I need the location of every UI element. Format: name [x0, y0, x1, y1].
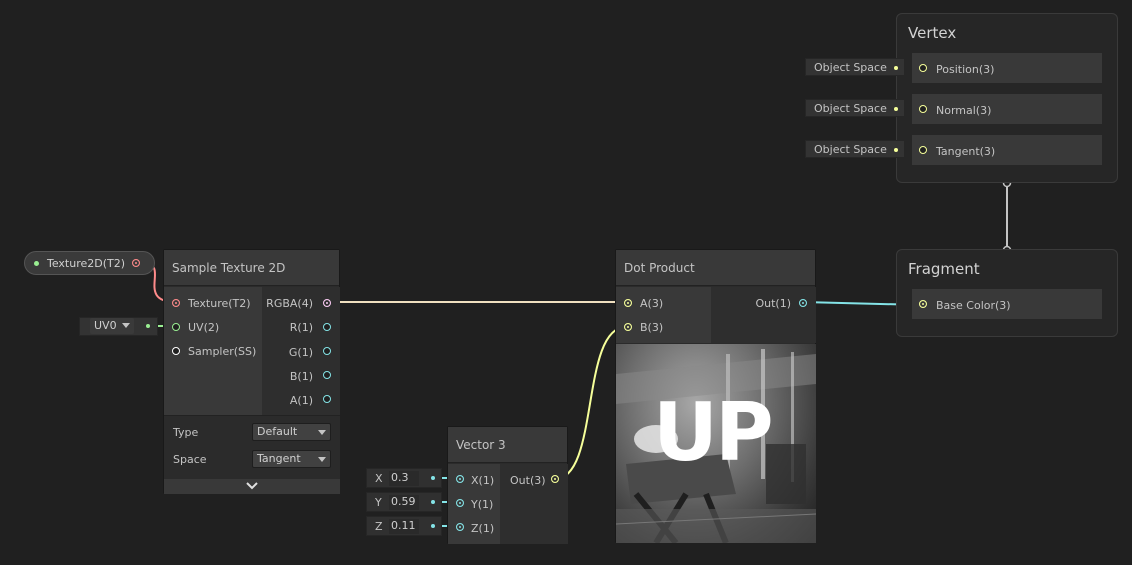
block-base-color[interactable]: Base Color(3) — [911, 288, 1103, 320]
uv-channel-dropdown[interactable]: UV0 — [90, 318, 134, 334]
collapse-toggle[interactable] — [164, 479, 340, 494]
tangent-space-field[interactable]: Object Space — [805, 140, 905, 158]
uv-channel-value: UV0 — [94, 319, 117, 332]
x-field[interactable]: X 0.3 — [366, 468, 442, 488]
y-input-port-icon[interactable] — [456, 499, 464, 507]
texture-property-node[interactable]: Texture2D(T2) — [24, 251, 155, 275]
dot-product-inputs — [616, 287, 711, 343]
vector3-node[interactable]: Vector 3 X(1) Y(1) Z(1) Out(3) — [447, 426, 568, 544]
texture-property-port-icon[interactable] — [132, 259, 140, 267]
position-space-dot-icon — [894, 66, 898, 70]
g-output-label: G(1) — [288, 346, 313, 359]
sample-texture-title: Sample Texture 2D — [164, 250, 339, 286]
normal-port-icon[interactable] — [919, 105, 927, 113]
sampler-input-port-icon[interactable] — [172, 347, 180, 355]
block-base-color-label: Base Color(3) — [936, 299, 1011, 312]
dot-output-label: Out(1) — [755, 297, 791, 310]
block-normal-label: Normal(3) — [936, 104, 992, 117]
a-output-port-icon[interactable] — [323, 395, 331, 403]
y-input-label: Y(1) — [471, 498, 494, 511]
space-dropdown[interactable]: Tangent — [252, 450, 331, 468]
type-label: Type — [173, 426, 199, 439]
y-axis-label: Y — [375, 496, 382, 509]
y-dot-icon — [431, 500, 435, 504]
x-axis-label: X — [375, 472, 383, 485]
vertex-title: Vertex — [908, 24, 957, 42]
sample-texture-node[interactable]: Sample Texture 2D Texture(T2) UV(2) Samp… — [163, 249, 340, 494]
block-tangent[interactable]: Tangent(3) — [911, 134, 1103, 166]
rgba-output-label: RGBA(4) — [266, 297, 313, 310]
position-port-icon[interactable] — [919, 64, 927, 72]
vertex-context[interactable]: Vertex Position(3) Normal(3) Tangent(3) — [896, 13, 1118, 183]
space-label: Space — [173, 453, 207, 466]
b-output-label: B(1) — [289, 370, 313, 383]
vector3-output-port-icon[interactable] — [551, 475, 559, 483]
g-output-port-icon[interactable] — [323, 347, 331, 355]
y-field[interactable]: Y 0.59 — [366, 492, 442, 512]
texture-input-port-icon[interactable] — [172, 299, 180, 307]
vector3-title: Vector 3 — [448, 427, 567, 463]
fragment-context[interactable]: Fragment Base Color(3) — [896, 249, 1118, 337]
r-output-port-icon[interactable] — [323, 323, 331, 331]
block-normal[interactable]: Normal(3) — [911, 93, 1103, 125]
texture-input-label: Texture(T2) — [188, 297, 251, 310]
block-tangent-label: Tangent(3) — [936, 145, 996, 158]
z-axis-label: Z — [375, 520, 383, 533]
uv-input-port-icon[interactable] — [172, 323, 180, 331]
block-position-label: Position(3) — [936, 63, 995, 76]
normal-space-text: Object Space — [814, 102, 887, 115]
a-input-port-icon[interactable] — [624, 299, 632, 307]
z-value-input[interactable]: 0.11 — [389, 519, 419, 534]
uv-chevron-down-icon — [122, 323, 130, 328]
dot-product-preview: UP — [616, 344, 816, 543]
type-chevron-down-icon — [318, 430, 326, 435]
base-color-port-icon[interactable] — [919, 300, 927, 308]
x-input-port-icon[interactable] — [456, 475, 464, 483]
fragment-title: Fragment — [908, 260, 980, 278]
tangent-port-icon[interactable] — [919, 146, 927, 154]
vector3-output-label: Out(3) — [510, 474, 546, 487]
z-input-label: Z(1) — [471, 522, 495, 535]
x-input-label: X(1) — [471, 474, 495, 487]
tangent-space-dot-icon — [894, 148, 898, 152]
uv-input-label: UV(2) — [188, 321, 220, 334]
z-input-port-icon[interactable] — [456, 523, 464, 531]
a-input-label: A(3) — [640, 297, 664, 310]
x-dot-icon — [431, 476, 435, 480]
dot-product-outputs — [711, 287, 816, 343]
texture-property-label: Texture2D(T2) — [47, 257, 126, 270]
tangent-space-text: Object Space — [814, 143, 887, 156]
rgba-output-port-icon[interactable] — [323, 299, 331, 307]
type-value: Default — [257, 425, 298, 438]
dot-product-title: Dot Product — [616, 250, 815, 286]
space-value: Tangent — [257, 452, 301, 465]
dot-product-node[interactable]: Dot Product A(3) B(3) Out(1) UP — [615, 249, 816, 543]
y-value-input[interactable]: 0.59 — [389, 495, 419, 510]
property-green-dot-icon — [34, 261, 39, 266]
z-field[interactable]: Z 0.11 — [366, 516, 442, 536]
preview-up-text: UP — [653, 386, 774, 479]
x-value-input[interactable]: 0.3 — [389, 471, 419, 486]
z-dot-icon — [431, 524, 435, 528]
uv-channel-field[interactable]: UV0 — [79, 317, 158, 336]
sampler-input-label: Sampler(SS) — [188, 345, 257, 358]
b-input-port-icon[interactable] — [624, 323, 632, 331]
block-position[interactable]: Position(3) — [911, 52, 1103, 84]
position-space-field[interactable]: Object Space — [805, 58, 905, 76]
normal-space-field[interactable]: Object Space — [805, 99, 905, 117]
dot-output-port-icon[interactable] — [799, 299, 807, 307]
r-output-label: R(1) — [289, 321, 313, 334]
a-output-label: A(1) — [289, 394, 313, 407]
chevron-down-icon — [246, 482, 258, 490]
normal-space-dot-icon — [894, 107, 898, 111]
type-dropdown[interactable]: Default — [252, 423, 331, 441]
b-input-label: B(3) — [640, 321, 664, 334]
space-chevron-down-icon — [318, 457, 326, 462]
position-space-text: Object Space — [814, 61, 887, 74]
uv-dot-icon — [146, 324, 150, 328]
b-output-port-icon[interactable] — [323, 371, 331, 379]
